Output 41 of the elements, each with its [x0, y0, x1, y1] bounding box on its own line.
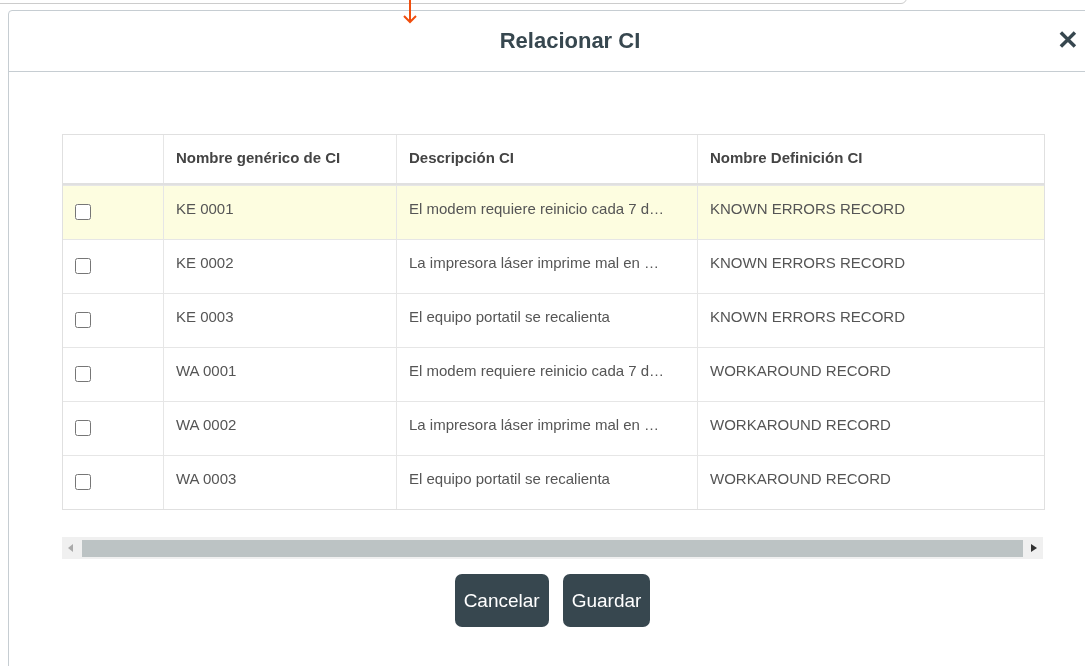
column-header[interactable]: Nombre Definición CI [697, 135, 1044, 183]
table-cell: KE 0003 [163, 294, 396, 347]
table-cell: KNOWN ERRORS RECORD [697, 294, 1044, 347]
table-cell: WORKAROUND RECORD [697, 402, 1044, 455]
close-button[interactable]: ✕ [1057, 25, 1079, 55]
table-cell: WA 0003 [163, 456, 396, 509]
table-row[interactable]: KE 0001 El modem requiere reinicio cada 7 d… KNOWN ERRORS RECORD [63, 185, 1044, 239]
table-cell: El equipo portatil se recalienta [396, 294, 697, 347]
table-cell: El modem requiere reinicio cada 7 d… [396, 186, 697, 239]
table-row[interactable]: WA 0002 La impresora láser imprime mal en … WORKAROUND RECORD [63, 401, 1044, 455]
row-checkbox[interactable] [75, 420, 91, 436]
column-header[interactable]: Nombre genérico de CI [163, 135, 396, 183]
column-header[interactable]: Descripción CI [396, 135, 697, 183]
table-row[interactable]: WA 0001 El modem requiere reinicio cada 7 d… WORKAROUND RECORD [63, 347, 1044, 401]
table-cell: La impresora láser imprime mal en … [396, 402, 697, 455]
table-cell: WORKAROUND RECORD [697, 456, 1044, 509]
scroll-right-icon[interactable] [1031, 544, 1037, 552]
row-checkbox[interactable] [75, 366, 91, 382]
dialog-button[interactable]: Guardar [562, 574, 651, 627]
horizontal-scrollbar[interactable] [62, 537, 1043, 559]
table-cell: WA 0002 [163, 402, 396, 455]
table-cell: El equipo portatil se recalienta [396, 456, 697, 509]
table-cell: WORKAROUND RECORD [697, 348, 1044, 401]
dialog-button[interactable]: Cancelar [454, 574, 549, 627]
row-checkbox[interactable] [75, 258, 91, 274]
table-cell: KE 0001 [163, 186, 396, 239]
row-checkbox[interactable] [75, 312, 91, 328]
table-cell: El modem requiere reinicio cada 7 d… [396, 348, 697, 401]
table-row[interactable]: KE 0003 El equipo portatil se recalienta KNOWN ERRORS RECORD [63, 293, 1044, 347]
row-checkbox[interactable] [75, 474, 91, 490]
dialog-title: Relacionar CI [499, 28, 641, 54]
table-cell: KE 0002 [163, 240, 396, 293]
scrollbar-thumb[interactable] [82, 539, 1023, 557]
row-checkbox[interactable] [75, 204, 91, 220]
table-row[interactable]: WA 0003 El equipo portatil se recalienta WORKAROUND RECORD [63, 455, 1044, 509]
table-cell: KNOWN ERRORS RECORD [697, 240, 1044, 293]
table-cell: KNOWN ERRORS RECORD [697, 186, 1044, 239]
table-cell: La impresora láser imprime mal en … [396, 240, 697, 293]
arrow-down-icon [403, 0, 417, 24]
table-row[interactable]: KE 0002 La impresora láser imprime mal en … KNOWN ERRORS RECORD [63, 239, 1044, 293]
table-cell: WA 0001 [163, 348, 396, 401]
